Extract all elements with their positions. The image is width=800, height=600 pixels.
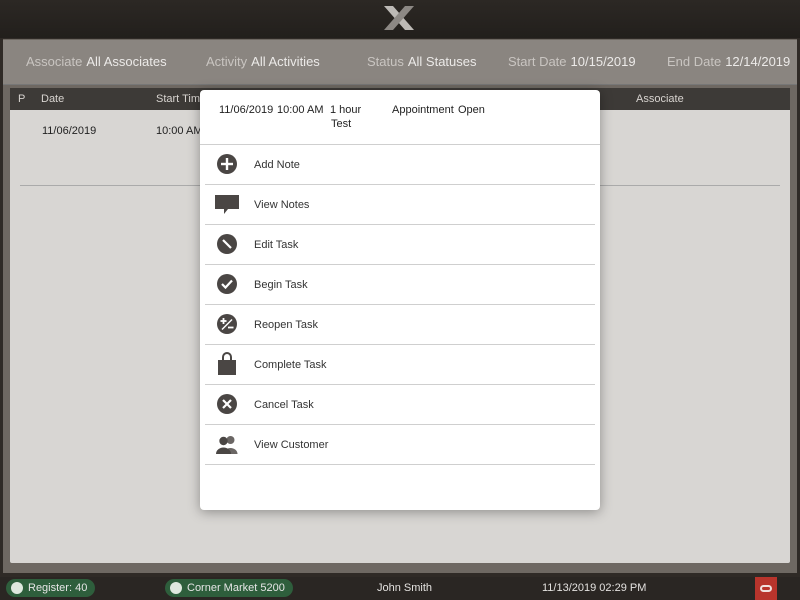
oracle-icon [760,585,772,592]
menu-item-label: Edit Task [254,239,299,251]
menu-item-label: View Notes [254,199,310,211]
task-duration: 1 hour [330,104,362,116]
oracle-menu-button[interactable] [755,577,777,600]
row-start-time: 10:00 AM [156,125,203,137]
task-time: 10:00 AM [277,104,324,116]
app-logo-icon [384,6,414,30]
status-bar: Register: 40 Corner Market 5200 John Smi… [0,577,800,600]
column-header-date[interactable]: Date [41,93,64,105]
task-type: Appointment [392,104,454,116]
menu-item-label: View Customer [254,439,329,451]
filter-activity[interactable]: Activity All Activities [206,54,320,69]
check-icon [11,582,23,594]
filter-status[interactable]: Status All Statuses [367,54,477,69]
column-header-associate[interactable]: Associate [636,93,684,105]
check-icon [170,582,182,594]
filter-end-date[interactable]: End Date 12/14/2019 [667,54,790,69]
task-summary: 11/06/2019 10:00 AM 1 hour Test Appointm… [200,90,600,145]
menu-item-label: Reopen Task [254,319,319,331]
pencil-icon [217,234,237,254]
menu-item-label: Cancel Task [254,399,314,411]
menu-item-add-note[interactable]: Add Note [205,145,595,185]
row-date: 11/06/2019 [42,125,97,137]
current-user: John Smith [377,582,433,594]
task-actions-dialog: 11/06/2019 10:00 AM 1 hour Test Appointm… [200,90,600,510]
menu-item-edit-task[interactable]: Edit Task [205,225,595,265]
menu-item-complete-task[interactable]: Complete Task [205,345,595,385]
task-date: 11/06/2019 [219,104,274,116]
speech-bubble-icon [215,195,239,214]
store-badge[interactable]: Corner Market 5200 [165,579,293,597]
column-header-p[interactable]: P [18,93,25,105]
top-bar [0,0,800,38]
current-datetime: 11/13/2019 02:29 PM [542,582,647,594]
menu-item-label: Add Note [254,159,300,171]
menu-item-begin-task[interactable]: Begin Task [205,265,595,305]
filter-associate[interactable]: Associate All Associates [26,54,167,69]
filter-start-date[interactable]: Start Date 10/15/2019 [508,54,636,69]
bag-icon [218,352,236,375]
task-status: Open [458,104,485,116]
menu-item-reopen-task[interactable]: Reopen Task [205,305,595,345]
menu-item-label: Begin Task [254,279,308,291]
menu-item-label: Complete Task [254,359,327,371]
register-badge[interactable]: Register: 40 [6,579,96,597]
check-circle-icon [217,274,237,294]
plus-minus-icon [217,314,237,334]
menu-item-cancel-task[interactable]: Cancel Task [205,385,595,425]
x-circle-icon [217,394,237,414]
menu-item-view-customer[interactable]: View Customer [205,425,595,465]
task-title: Test [331,118,352,130]
filter-bar: Associate All Associates Activity All Acti… [3,40,797,85]
column-header-start-time[interactable]: Start Time [156,93,206,105]
plus-circle-icon [217,154,237,174]
menu-item-view-notes[interactable]: View Notes [205,185,595,225]
people-icon [216,436,238,454]
